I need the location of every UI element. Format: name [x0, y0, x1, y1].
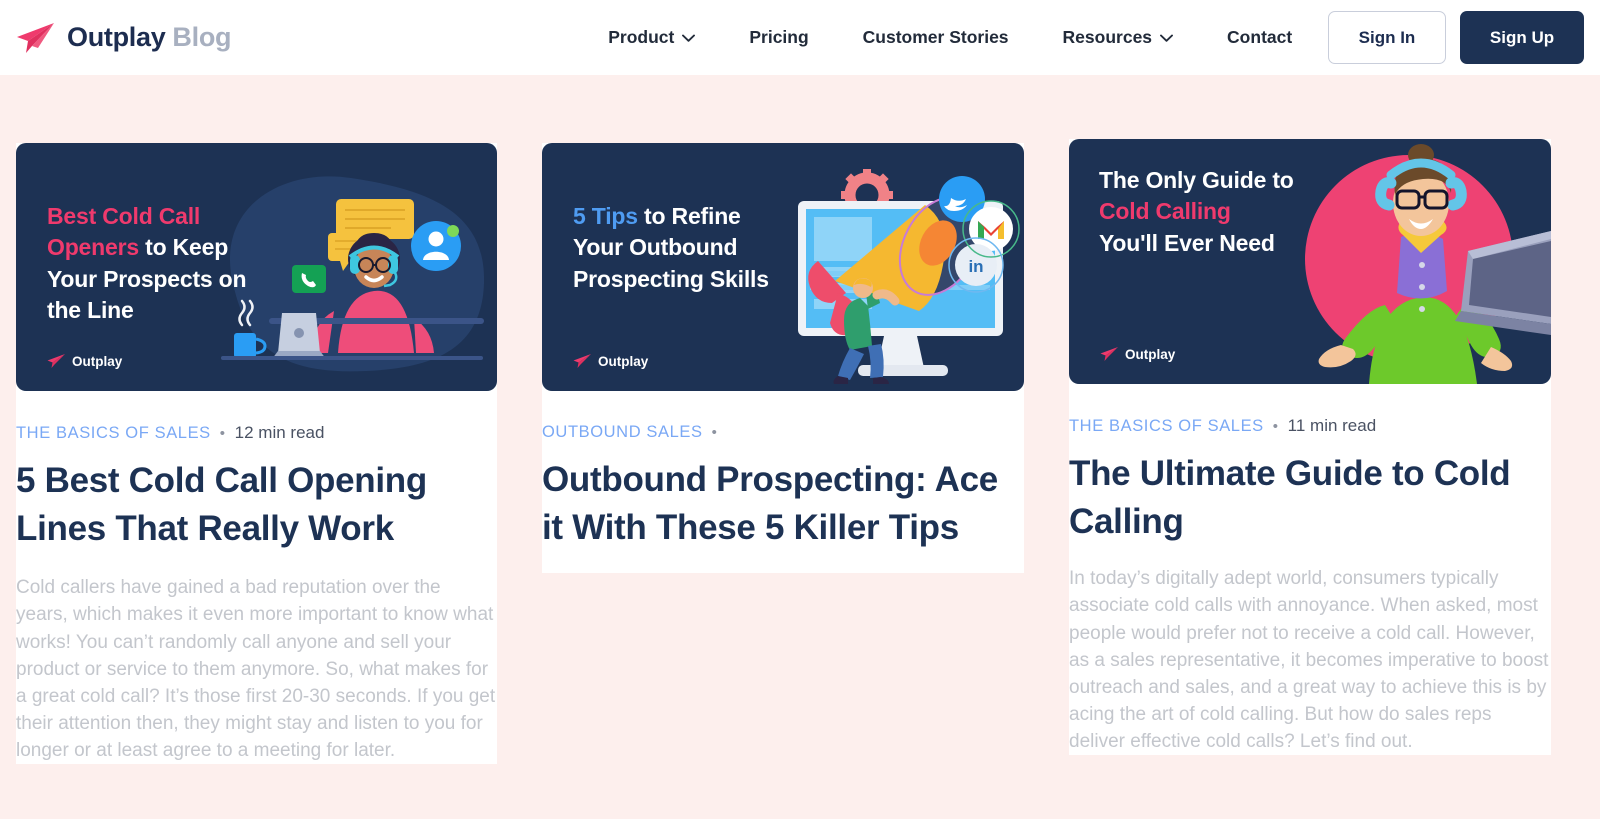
post-category[interactable]: OUTBOUND SALES [542, 423, 703, 442]
auth-buttons: Sign In Sign Up [1328, 11, 1584, 64]
nav-item-product[interactable]: Product [581, 27, 722, 48]
chevron-down-icon [682, 34, 695, 42]
paper-plane-icon [14, 21, 56, 55]
paper-plane-icon [1099, 346, 1119, 362]
post-thumbnail[interactable]: The Only Guide to Cold Calling You'll Ev… [1069, 139, 1551, 384]
thumb-line-2: Your Outbound [573, 234, 737, 260]
blog-post-card[interactable]: The Only Guide to Cold Calling You'll Ev… [1069, 139, 1551, 755]
brand-name: Outplay [67, 22, 165, 52]
thumb-line-4: the Line [47, 297, 134, 323]
nav-label: Product [608, 27, 674, 48]
post-meta: OUTBOUND SALES • [542, 423, 1024, 442]
thumb-line-1-blue: 5 Tips [573, 203, 638, 229]
meta-separator: • [712, 424, 718, 441]
watermark-text: Outplay [598, 354, 648, 369]
thumb-line-1: Best Cold Call [47, 203, 200, 229]
blog-post-grid: Best Cold Call Openers to Keep Your Pros… [16, 75, 1584, 764]
post-title[interactable]: The Ultimate Guide to Cold Calling [1069, 450, 1551, 545]
nav-label: Contact [1227, 27, 1292, 48]
blog-post-card[interactable]: Best Cold Call Openers to Keep Your Pros… [16, 143, 497, 764]
nav-item-pricing[interactable]: Pricing [722, 27, 835, 48]
nav-label: Resources [1063, 27, 1153, 48]
post-category[interactable]: THE BASICS OF SALES [1069, 417, 1264, 436]
post-thumbnail[interactable]: in 5 Tips to Refine Your Outbound [542, 143, 1024, 391]
thumb-line-2-pink: Openers [47, 234, 139, 260]
thumbnail-title: The Only Guide to Cold Calling You'll Ev… [1099, 165, 1294, 259]
nav-label: Pricing [749, 27, 808, 48]
post-thumbnail[interactable]: Best Cold Call Openers to Keep Your Pros… [16, 143, 497, 391]
thumb-line-2-white: to Keep [139, 234, 228, 260]
thumbnail-title: Best Cold Call Openers to Keep Your Pros… [47, 201, 246, 326]
post-meta: THE BASICS OF SALES • 12 min read [16, 423, 497, 443]
post-category[interactable]: THE BASICS OF SALES [16, 424, 211, 443]
post-title[interactable]: 5 Best Cold Call Opening Lines That Real… [16, 457, 497, 552]
watermark-text: Outplay [1125, 347, 1175, 362]
nav-item-customer-stories[interactable]: Customer Stories [836, 27, 1036, 48]
thumb-line-1-white: to Refine [638, 203, 741, 229]
blog-page: Best Cold Call Openers to Keep Your Pros… [0, 75, 1600, 819]
blog-post-card[interactable]: in 5 Tips to Refine Your Outbound [542, 143, 1024, 573]
thumbnail-title: 5 Tips to Refine Your Outbound Prospecti… [573, 201, 769, 295]
site-header: OutplayBlog Product Pricing Customer Sto… [0, 0, 1600, 75]
nav-label: Customer Stories [863, 27, 1009, 48]
meta-separator: • [220, 425, 226, 442]
post-excerpt: Cold callers have gained a bad reputatio… [16, 574, 497, 764]
meta-separator: • [1273, 418, 1279, 435]
post-read-time: 11 min read [1288, 416, 1377, 436]
main-navigation: Product Pricing Customer Stories Resourc… [581, 27, 1319, 48]
nav-item-contact[interactable]: Contact [1200, 27, 1319, 48]
brand-logo-link[interactable]: OutplayBlog [14, 21, 231, 55]
sign-up-button[interactable]: Sign Up [1460, 11, 1584, 64]
nav-item-resources[interactable]: Resources [1036, 27, 1201, 48]
thumb-line-3: Your Prospects on [47, 266, 246, 292]
post-read-time: 12 min read [235, 423, 325, 443]
thumb-line-3: You'll Ever Need [1099, 230, 1275, 256]
thumbnail-watermark-logo: Outplay [572, 353, 648, 369]
brand-text: OutplayBlog [67, 22, 231, 53]
chevron-down-icon [1160, 34, 1173, 42]
post-excerpt: In today’s digitally adept world, consum… [1069, 565, 1551, 755]
post-meta: THE BASICS OF SALES • 11 min read [1069, 416, 1551, 436]
paper-plane-icon [572, 353, 592, 369]
paper-plane-icon [46, 353, 66, 369]
thumbnail-watermark-logo: Outplay [46, 353, 122, 369]
sign-in-button[interactable]: Sign In [1328, 11, 1446, 64]
svg-text:in: in [968, 257, 983, 276]
thumb-line-3: Prospecting Skills [573, 266, 769, 292]
brand-sub: Blog [172, 22, 231, 52]
thumb-line-1: The Only Guide to [1099, 167, 1294, 193]
thumbnail-watermark-logo: Outplay [1099, 346, 1175, 362]
post-title[interactable]: Outbound Prospecting: Ace it With These … [542, 456, 1024, 551]
watermark-text: Outplay [72, 354, 122, 369]
thumb-line-2-pink: Cold Calling [1099, 198, 1231, 224]
